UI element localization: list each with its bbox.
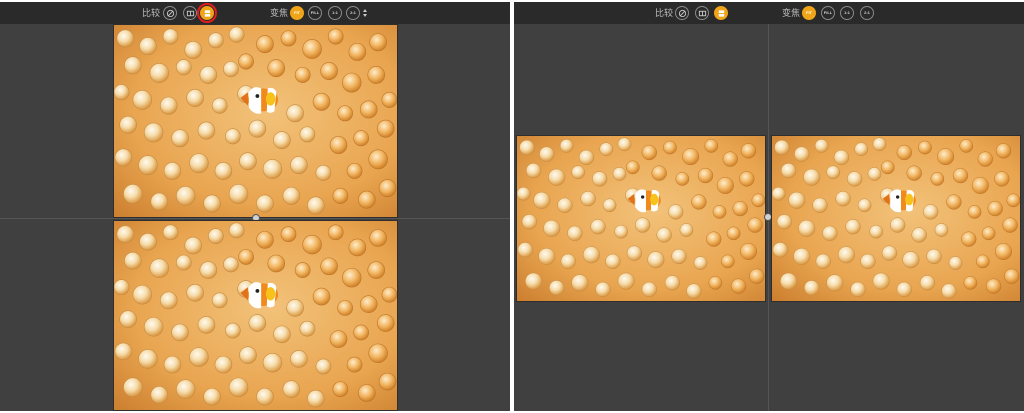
zoom-fit-button[interactable]: FIT (802, 6, 816, 20)
split-view-icon (186, 10, 194, 16)
after-image (113, 220, 398, 411)
stacked-view-icon (718, 9, 724, 17)
anemone-photo (114, 221, 397, 410)
before-image (516, 135, 766, 302)
before-after-icon (166, 9, 174, 17)
zoom-2-1-button[interactable]: 2:1 (860, 6, 874, 20)
toolbar: 比较 变焦 FIT FILL 1:1 2:1 (0, 2, 510, 24)
zoom-stepper[interactable] (361, 6, 369, 20)
toolbar: 比较 变焦 FIT FILL 1:1 2:1 (514, 2, 1024, 24)
split-view-button[interactable] (695, 6, 709, 20)
before-after-icon (678, 9, 686, 17)
zoom-fill-button[interactable]: FILL (308, 6, 322, 20)
zoom-label: 变焦 (270, 8, 289, 18)
stacked-view-button[interactable] (714, 6, 728, 20)
after-image (771, 135, 1021, 302)
compare-label: 比较 (655, 8, 674, 18)
anemone-photo (517, 136, 765, 301)
compare-label: 比较 (142, 8, 161, 18)
zoom-1-1-button[interactable]: 1:1 (328, 6, 342, 20)
zoom-fill-button[interactable]: FILL (821, 6, 835, 20)
highlight-circle (197, 3, 217, 23)
left-compare-panel: 比较 变焦 FIT FILL 1:1 2:1 (0, 2, 510, 411)
up-down-arrows-icon (363, 9, 367, 17)
before-after-button[interactable] (675, 6, 689, 20)
zoom-1-1-button[interactable]: 1:1 (840, 6, 854, 20)
before-image (113, 24, 398, 218)
anemone-photo (772, 136, 1020, 301)
right-compare-panel: 比较 变焦 FIT FILL 1:1 2:1 (514, 2, 1024, 411)
before-after-button[interactable] (163, 6, 177, 20)
zoom-label: 变焦 (782, 8, 801, 18)
zoom-2-1-button[interactable]: 2:1 (346, 6, 360, 20)
split-view-button[interactable] (183, 6, 197, 20)
anemone-photo (114, 25, 397, 217)
split-view-icon (698, 10, 706, 16)
zoom-fit-button[interactable]: FIT (290, 6, 304, 20)
